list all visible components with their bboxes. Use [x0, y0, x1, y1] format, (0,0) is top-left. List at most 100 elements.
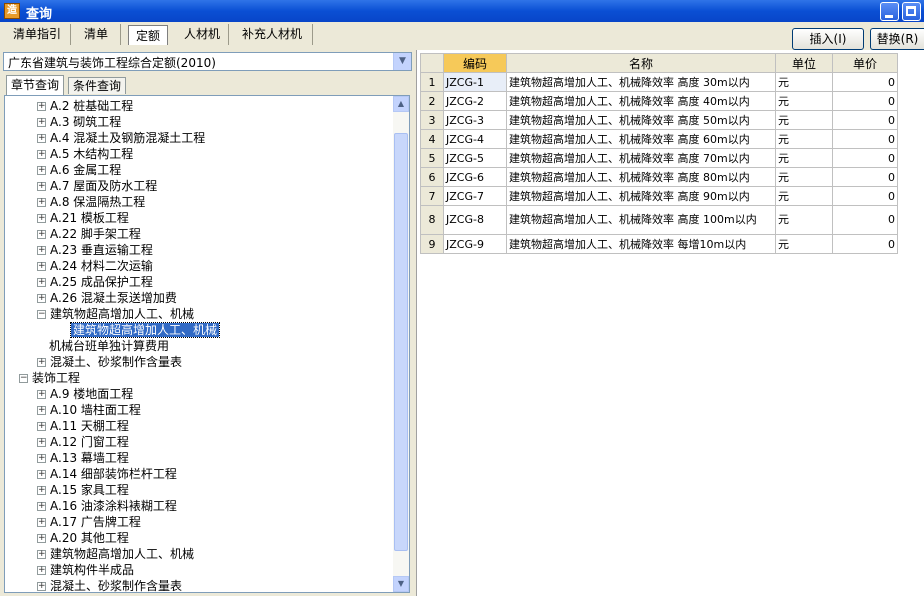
tree-item[interactable]: + 混凝土、砂浆制作含量表	[37, 578, 182, 592]
cell-code[interactable]: JZCG-4	[443, 129, 507, 149]
cell-name[interactable]: 建筑物超高增加人工、机械降效率 高度 40m以内	[506, 91, 776, 111]
expand-icon[interactable]: +	[37, 358, 46, 367]
tree-item[interactable]: + A.21 模板工程	[37, 210, 129, 226]
expand-icon[interactable]: +	[37, 566, 46, 575]
col-price-header[interactable]: 单价	[832, 53, 898, 73]
table-row[interactable]: 6 JZCG-6 建筑物超高增加人工、机械降效率 高度 80m以内元 0	[420, 167, 898, 187]
expand-icon[interactable]: +	[37, 438, 46, 447]
cell-price[interactable]: 0	[832, 234, 898, 254]
tree-item[interactable]: + A.6 金属工程	[37, 162, 121, 178]
cell-name[interactable]: 建筑物超高增加人工、机械降效率 高度 50m以内	[506, 110, 776, 130]
cell-unit[interactable]: 元	[775, 72, 833, 92]
cell-code[interactable]: JZCG-1	[443, 72, 507, 92]
cell-unit[interactable]: 元	[775, 186, 833, 206]
replace-button[interactable]: 替换(R)	[870, 28, 924, 50]
cell-unit[interactable]: 元	[775, 205, 833, 235]
col-name-header[interactable]: 名称	[506, 53, 776, 73]
expand-icon[interactable]: +	[37, 166, 46, 175]
chevron-down-icon[interactable]: ▼	[393, 53, 411, 70]
cell-name[interactable]: 建筑物超高增加人工、机械降效率 高度 70m以内	[506, 148, 776, 168]
row-number[interactable]: 3	[420, 110, 444, 130]
table-row[interactable]: 1 JZCG-1 建筑物超高增加人工、机械降效率 高度 30m以内元 0	[420, 72, 898, 92]
tree-item[interactable]: + A.11 天棚工程	[37, 418, 129, 434]
cell-code[interactable]: JZCG-6	[443, 167, 507, 187]
expand-icon[interactable]: +	[37, 262, 46, 271]
tab-bill-guide[interactable]: 清单指引	[4, 24, 71, 45]
expand-icon[interactable]: +	[37, 182, 46, 191]
maximize-button[interactable]	[902, 2, 921, 21]
expand-icon[interactable]: +	[37, 518, 46, 527]
cell-price[interactable]: 0	[832, 167, 898, 187]
tree-item[interactable]: − 装饰工程	[19, 370, 80, 386]
tree-item[interactable]: + A.4 混凝土及钢筋混凝土工程	[37, 130, 205, 146]
tab-quota[interactable]: 定额	[128, 25, 168, 45]
table-row[interactable]: 2 JZCG-2 建筑物超高增加人工、机械降效率 高度 40m以内元 0	[420, 91, 898, 111]
tree-item[interactable]: + A.5 木结构工程	[37, 146, 133, 162]
tree-item[interactable]: + A.15 家具工程	[37, 482, 129, 498]
expand-icon[interactable]: +	[37, 422, 46, 431]
expand-icon[interactable]: +	[37, 294, 46, 303]
tree-item[interactable]: + A.20 其他工程	[37, 530, 129, 546]
scroll-up-icon[interactable]: ▲	[393, 96, 409, 112]
cell-name[interactable]: 建筑物超高增加人工、机械降效率 高度 100m以内	[506, 205, 776, 235]
minimize-button[interactable]	[880, 2, 899, 21]
cell-price[interactable]: 0	[832, 148, 898, 168]
table-row[interactable]: 3 JZCG-3 建筑物超高增加人工、机械降效率 高度 50m以内元 0	[420, 110, 898, 130]
tree-item[interactable]: + A.7 屋面及防水工程	[37, 178, 157, 194]
expand-icon[interactable]: +	[37, 102, 46, 111]
tree-item[interactable]: + A.23 垂直运输工程	[37, 242, 153, 258]
tree-item[interactable]: + A.12 门窗工程	[37, 434, 129, 450]
tab-condition-query[interactable]: 条件查询	[68, 77, 127, 94]
row-number[interactable]: 9	[420, 234, 444, 254]
cell-unit[interactable]: 元	[775, 148, 833, 168]
tree-item[interactable]: − 建筑物超高增加人工、机械	[37, 306, 194, 322]
cell-unit[interactable]: 元	[775, 167, 833, 187]
table-row[interactable]: 8 JZCG-8 建筑物超高增加人工、机械降效率 高度 100m以内元 0	[420, 205, 898, 235]
cell-price[interactable]: 0	[832, 91, 898, 111]
cell-name[interactable]: 建筑物超高增加人工、机械降效率 高度 90m以内	[506, 186, 776, 206]
expand-icon[interactable]: +	[37, 582, 46, 591]
expand-icon[interactable]: +	[37, 278, 46, 287]
insert-button[interactable]: 插入(I)	[792, 28, 864, 50]
quota-library-select[interactable]: 广东省建筑与装饰工程综合定额(2010) ▼	[3, 52, 412, 71]
scroll-thumb[interactable]	[394, 133, 408, 551]
cell-code[interactable]: JZCG-5	[443, 148, 507, 168]
tree-item[interactable]: 机械台班单独计算费用	[49, 338, 169, 354]
cell-unit[interactable]: 元	[775, 129, 833, 149]
row-number[interactable]: 1	[420, 72, 444, 92]
expand-icon[interactable]: +	[37, 198, 46, 207]
tree-item[interactable]: + A.16 油漆涂料裱糊工程	[37, 498, 177, 514]
expand-icon[interactable]: +	[37, 246, 46, 255]
tree-item[interactable]: + A.26 混凝土泵送增加费	[37, 290, 177, 306]
expand-icon[interactable]: +	[37, 214, 46, 223]
row-number[interactable]: 6	[420, 167, 444, 187]
cell-price[interactable]: 0	[832, 186, 898, 206]
cell-unit[interactable]: 元	[775, 234, 833, 254]
cell-price[interactable]: 0	[832, 72, 898, 92]
expand-icon[interactable]: +	[37, 118, 46, 127]
cell-price[interactable]: 0	[832, 110, 898, 130]
tree-item[interactable]: + A.9 楼地面工程	[37, 386, 133, 402]
expand-icon[interactable]: +	[37, 150, 46, 159]
table-row[interactable]: 9 JZCG-9 建筑物超高增加人工、机械降效率 每增10m以内元 0	[420, 234, 898, 254]
cell-code[interactable]: JZCG-9	[443, 234, 507, 254]
tree-item[interactable]: + A.25 成品保护工程	[37, 274, 153, 290]
tree-item[interactable]: + A.13 幕墙工程	[37, 450, 129, 466]
table-row[interactable]: 7 JZCG-7 建筑物超高增加人工、机械降效率 高度 90m以内元 0	[420, 186, 898, 206]
row-number[interactable]: 4	[420, 129, 444, 149]
tree-item[interactable]: + 建筑构件半成品	[37, 562, 134, 578]
tree-item[interactable]: + A.10 墙柱面工程	[37, 402, 141, 418]
row-number[interactable]: 8	[420, 205, 444, 235]
collapse-icon[interactable]: −	[37, 310, 46, 319]
tab-chapter-query[interactable]: 章节查询	[6, 75, 65, 95]
cell-name[interactable]: 建筑物超高增加人工、机械降效率 高度 30m以内	[506, 72, 776, 92]
cell-code[interactable]: JZCG-7	[443, 186, 507, 206]
tab-supplement-lmm[interactable]: 补充人材机	[232, 24, 313, 45]
tree-item[interactable]: + 混凝土、砂浆制作含量表	[37, 354, 182, 370]
row-number[interactable]: 2	[420, 91, 444, 111]
tab-labor-material-machine[interactable]: 人材机	[176, 24, 229, 45]
cell-name[interactable]: 建筑物超高增加人工、机械降效率 每增10m以内	[506, 234, 776, 254]
tree-item[interactable]: + A.22 脚手架工程	[37, 226, 141, 242]
expand-icon[interactable]: +	[37, 390, 46, 399]
vertical-scrollbar[interactable]: ▲ ▼	[393, 96, 409, 592]
